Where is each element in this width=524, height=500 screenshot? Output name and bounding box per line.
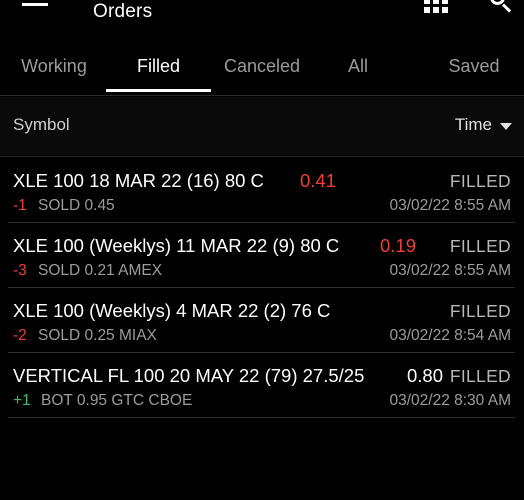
table-row[interactable]: XLE 100 (Weeklys) 4 MAR 22 (2) 76 C FILL… <box>0 288 524 353</box>
order-quantity: -2 <box>13 327 27 344</box>
order-detail: SOLD 0.45 <box>38 197 115 214</box>
column-header-divider <box>0 156 524 157</box>
row-divider <box>8 417 515 418</box>
status-badge: FILLED <box>449 301 511 321</box>
order-detail: SOLD 0.21 AMEX <box>38 262 163 279</box>
order-secondary-line: +1 BOT 0.95 GTC CBOE 03/02/22 8:30 AM <box>13 391 511 411</box>
order-price: 0.41 <box>300 170 337 191</box>
order-detail: SOLD 0.25 MIAX <box>38 327 157 344</box>
orders-list: XLE 100 18 MAR 22 (16) 80 C 0.41 FILLED … <box>0 158 524 418</box>
column-header-symbol: Symbol <box>13 115 70 134</box>
status-badge: FILLED <box>449 171 511 191</box>
table-row[interactable]: XLE 100 (Weeklys) 11 MAR 22 (9) 80 C 0.1… <box>0 223 524 288</box>
order-description: VERTICAL FL 100 20 MAY 22 (79) 27.5/25 <box>13 365 365 386</box>
order-timestamp: 03/02/22 8:30 AM <box>389 392 511 409</box>
chevron-down-icon <box>500 123 512 130</box>
active-tab-indicator <box>106 89 211 92</box>
order-quantity: -3 <box>13 262 27 279</box>
page-title: Orders <box>93 1 153 22</box>
order-secondary-line: -2 SOLD 0.25 MIAX 03/02/22 8:54 AM <box>13 326 511 346</box>
status-badge: FILLED <box>449 236 511 256</box>
order-quantity: -1 <box>13 197 27 214</box>
search-icon[interactable] <box>488 0 514 14</box>
order-detail: BOT 0.95 GTC CBOE <box>41 392 193 409</box>
order-primary-line: XLE 100 (Weeklys) 11 MAR 22 (9) 80 C 0.1… <box>13 234 511 258</box>
tab-all[interactable]: All <box>337 54 379 78</box>
order-timestamp: 03/02/22 8:55 AM <box>389 197 511 214</box>
table-row[interactable]: VERTICAL FL 100 20 MAY 22 (79) 27.5/25 0… <box>0 353 524 418</box>
order-timestamp: 03/02/22 8:55 AM <box>389 262 511 279</box>
order-description: XLE 100 18 MAR 22 (16) 80 C <box>13 170 264 191</box>
order-description: XLE 100 (Weeklys) 11 MAR 22 (9) 80 C <box>13 235 340 256</box>
order-secondary-line: -3 SOLD 0.21 AMEX 03/02/22 8:55 AM <box>13 261 511 281</box>
orders-screen: Orders Working Filled Canceled All Saved… <box>0 0 524 500</box>
order-primary-line: VERTICAL FL 100 20 MAY 22 (79) 27.5/25 0… <box>13 364 511 388</box>
order-primary-line: XLE 100 (Weeklys) 4 MAR 22 (2) 76 C FILL… <box>13 299 511 323</box>
order-description: XLE 100 (Weeklys) 4 MAR 22 (2) 76 C <box>13 300 331 321</box>
table-row[interactable]: XLE 100 18 MAR 22 (16) 80 C 0.41 FILLED … <box>0 158 524 223</box>
order-price: 0.19 <box>380 235 417 256</box>
tabs-divider <box>0 95 524 96</box>
column-header-bar: Symbol Time <box>0 97 524 155</box>
order-secondary-line: -1 SOLD 0.45 03/02/22 8:55 AM <box>13 196 511 216</box>
sort-label: Time <box>454 115 492 134</box>
order-price: 0.80 <box>407 365 444 386</box>
hamburger-menu-icon[interactable] <box>22 0 48 6</box>
tab-working[interactable]: Working <box>14 54 94 78</box>
grid-dots-icon[interactable] <box>424 0 452 13</box>
tab-saved[interactable]: Saved <box>437 54 511 78</box>
order-status-tabs: Working Filled Canceled All Saved <box>0 44 524 96</box>
tab-filled[interactable]: Filled <box>106 54 211 78</box>
status-badge: FILLED <box>449 366 511 386</box>
tab-canceled[interactable]: Canceled <box>213 54 311 78</box>
order-quantity: +1 <box>13 392 31 409</box>
sort-control[interactable]: Time <box>455 114 512 136</box>
order-timestamp: 03/02/22 8:54 AM <box>389 327 511 344</box>
order-primary-line: XLE 100 18 MAR 22 (16) 80 C 0.41 FILLED <box>13 169 511 193</box>
app-bar: Orders <box>0 0 524 40</box>
